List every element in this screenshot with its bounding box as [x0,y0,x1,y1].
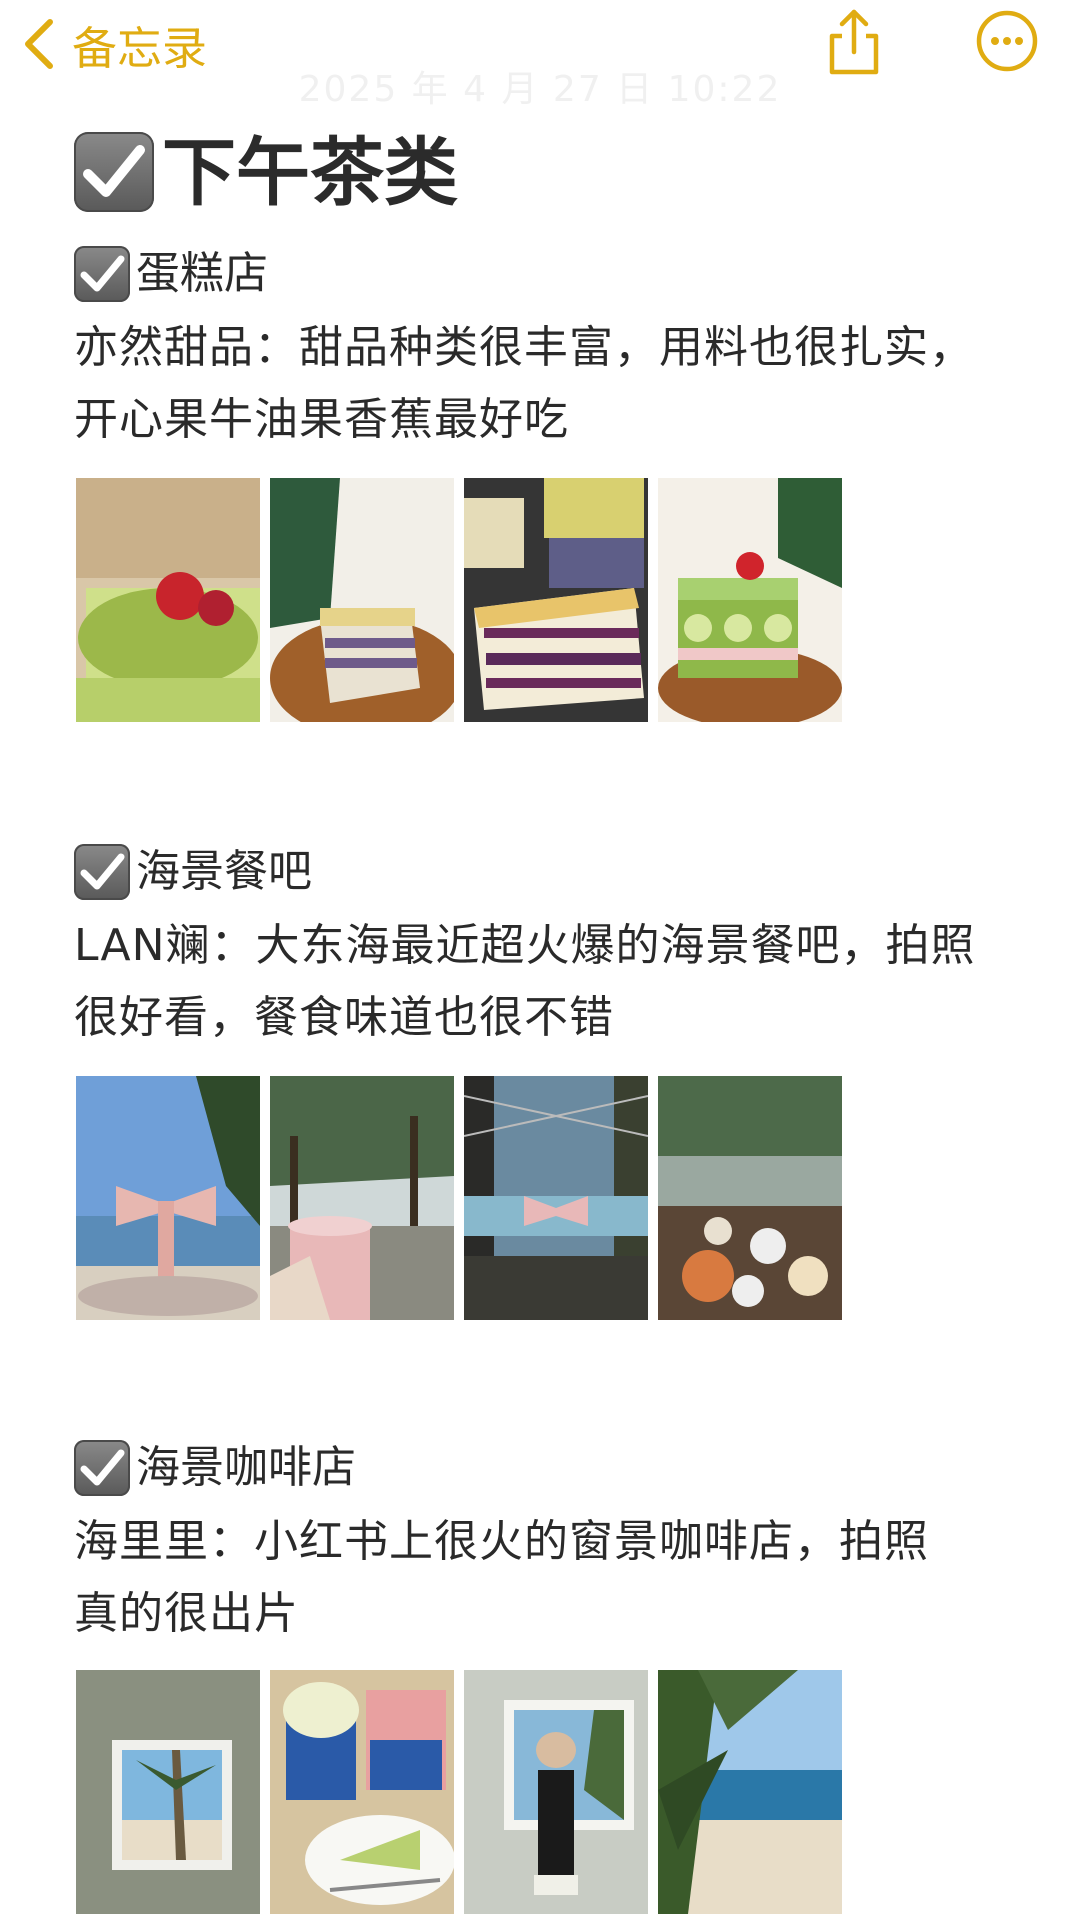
note-title-text: 下午茶类 [162,130,458,216]
photo-thumbnail[interactable] [658,1076,842,1320]
description-line: 真的很出片 [74,1588,299,1639]
section-description: LAN斓：大东海最近超火爆的海景餐吧，拍照 很好看，餐食味道也很不错 [74,910,1034,1054]
photo-thumbnail[interactable] [270,1670,454,1914]
photo-thumbnail[interactable] [76,1670,260,1914]
section-description: 海里里：小红书上很火的窗景咖啡店，拍照 真的很出片 [74,1506,1034,1650]
photo-thumbnail[interactable] [270,478,454,722]
description-line: 海里里：小红书上很火的窗景咖啡店，拍照 [74,1516,929,1567]
more-icon [976,10,1038,72]
section-heading-cake: 蛋糕店 [74,244,674,304]
section-description: 亦然甜品：甜品种类很丰富，用料也很扎实， 开心果牛油果香蕉最好吃 [74,312,1034,456]
description-line: LAN斓：大东海最近超火爆的海景餐吧，拍照 [74,920,976,971]
share-button[interactable] [822,8,886,78]
photo-thumbnail[interactable] [658,478,842,722]
more-options-button[interactable] [976,10,1038,72]
photo-thumbnail[interactable] [464,478,648,722]
photo-thumbnail[interactable] [270,1076,454,1320]
description-line: 亦然甜品：甜品种类很丰富，用料也很扎实， [74,322,974,373]
section-heading-seaview-cafe: 海景咖啡店 [74,1438,674,1498]
photo-thumbnail[interactable] [464,1076,648,1320]
section-heading-seaview-bar: 海景餐吧 [74,842,674,902]
photo-row-seaview-bar [76,1076,846,1320]
photo-thumbnail[interactable] [76,478,260,722]
photo-row-cake [76,478,846,722]
section-heading-text: 海景咖啡店 [136,1442,356,1493]
checkbox-checked-icon[interactable] [74,1440,130,1496]
note-datetime: 2025 年 4 月 27 日 10:22 [298,69,782,110]
description-line: 很好看，餐食味道也很不错 [74,992,614,1043]
checkbox-checked-icon[interactable] [74,246,130,302]
description-line: 开心果牛油果香蕉最好吃 [74,394,569,445]
top-bar: 备忘录 2025 年 4 月 27 日 10:22 [0,0,1080,110]
photo-thumbnail[interactable] [76,1076,260,1320]
checkbox-checked-icon[interactable] [74,844,130,900]
share-icon [829,9,879,75]
checkbox-checked-icon[interactable] [74,132,154,212]
photo-thumbnail[interactable] [464,1670,648,1914]
photo-row-seaview-cafe [76,1670,846,1914]
section-heading-text: 海景餐吧 [136,846,312,897]
photo-thumbnail[interactable] [658,1670,842,1914]
section-heading-text: 蛋糕店 [136,248,268,299]
